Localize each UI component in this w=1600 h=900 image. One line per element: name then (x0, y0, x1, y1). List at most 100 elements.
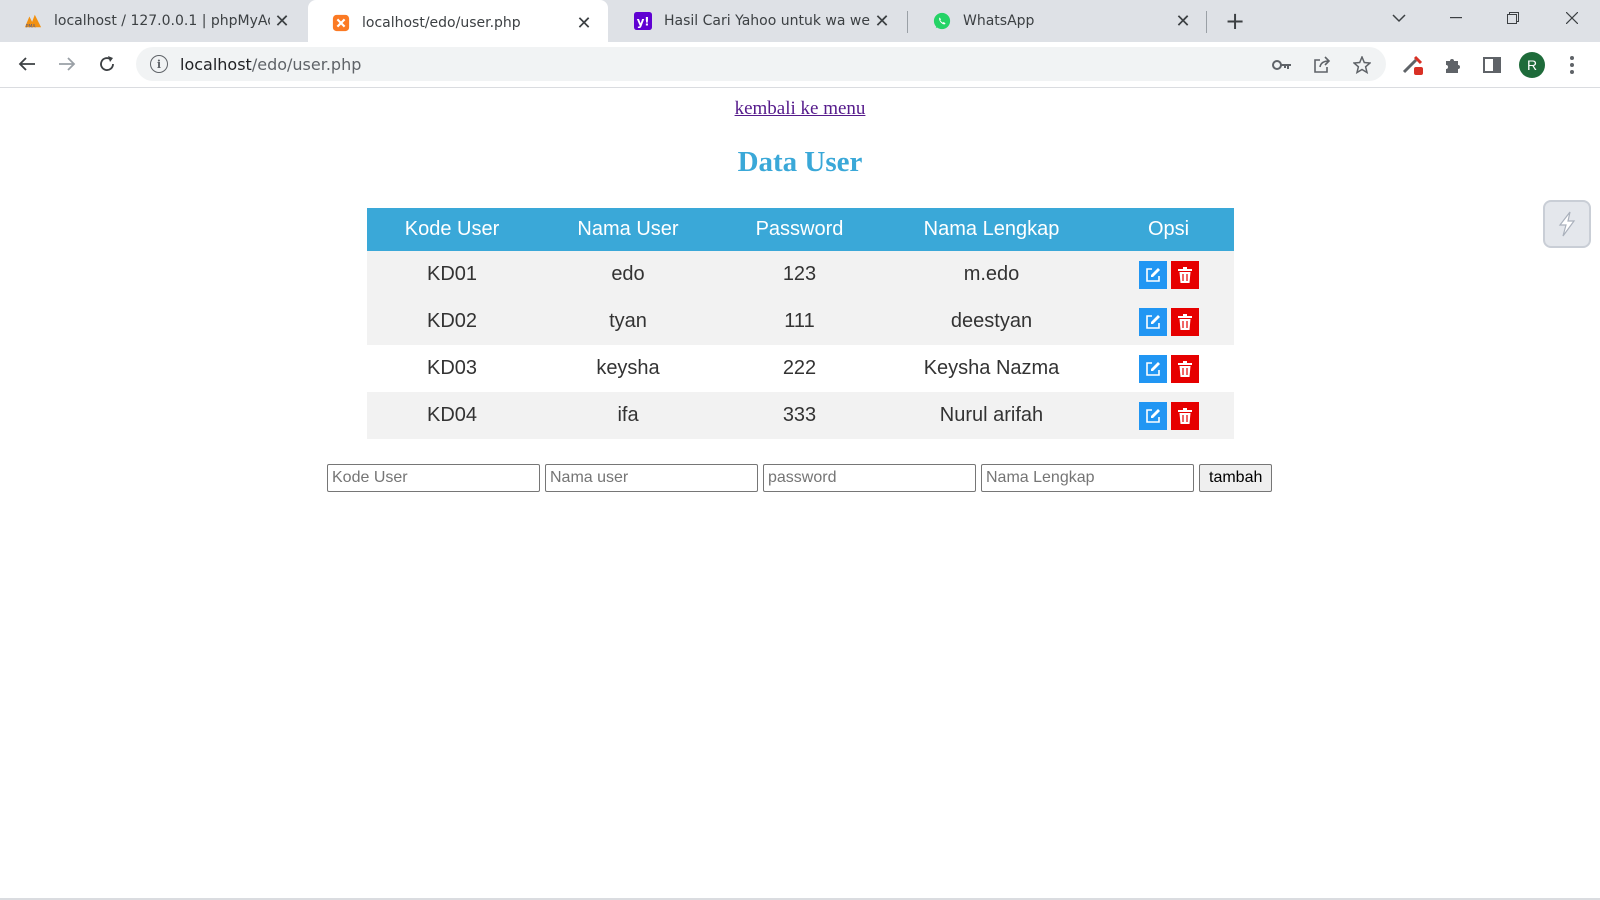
tab-strip: PMA localhost / 127.0.0.1 | phpMyAdmin ✕… (0, 0, 1600, 46)
nama-user-input[interactable] (545, 464, 758, 492)
profile-avatar[interactable]: R (1519, 52, 1545, 78)
restore-icon[interactable] (1493, 0, 1533, 36)
edit-icon (1145, 314, 1160, 329)
edit-icon (1145, 408, 1160, 423)
lightning-icon (1558, 211, 1576, 237)
cell-kode-user: KD02 (367, 298, 537, 345)
tab-title: Hasil Cari Yahoo untuk wa web (664, 13, 870, 29)
cell-nama-lengkap: Keysha Nazma (880, 345, 1103, 392)
tab-search-icon[interactable] (1379, 0, 1419, 36)
delete-button[interactable] (1170, 354, 1199, 383)
tab-title: WhatsApp (963, 13, 1035, 29)
menu-kebab-icon[interactable] (1560, 53, 1584, 77)
cell-password: 123 (719, 251, 880, 298)
phpmyadmin-icon: PMA (24, 12, 42, 30)
back-link-row: kembali ke menu (0, 98, 1600, 120)
trash-icon (1177, 313, 1192, 330)
edit-button[interactable] (1138, 401, 1167, 430)
new-tab-icon[interactable]: + (1222, 7, 1248, 35)
column-header: Opsi (1103, 208, 1234, 251)
cell-kode-user: KD04 (367, 392, 537, 439)
close-tab-icon[interactable]: ✕ (270, 9, 294, 33)
back-to-menu-link[interactable]: kembali ke menu (735, 98, 866, 119)
cell-opsi (1103, 298, 1234, 345)
forward-arrow-icon[interactable] (51, 48, 83, 80)
page-title: Data User (737, 146, 863, 178)
back-arrow-icon[interactable] (11, 48, 43, 80)
nama-lengkap-input[interactable] (981, 464, 1194, 492)
cell-opsi (1103, 345, 1234, 392)
minimize-icon[interactable] (1436, 0, 1476, 36)
kode-user-input[interactable] (327, 464, 540, 492)
table-row: KD01 edo 123 m.edo (367, 251, 1234, 298)
cell-nama-lengkap: m.edo (880, 251, 1103, 298)
side-panel-icon[interactable] (1480, 53, 1504, 77)
cell-password: 111 (719, 298, 880, 345)
column-header: Password (719, 208, 880, 251)
cell-nama-user: tyan (537, 298, 719, 345)
tab-title: localhost / 127.0.0.1 | phpMyAdmin (54, 13, 270, 29)
cell-password: 222 (719, 345, 880, 392)
bookmark-star-icon[interactable] (1352, 55, 1372, 75)
edit-button[interactable] (1138, 260, 1167, 289)
close-tab-icon[interactable]: ✕ (1171, 9, 1195, 33)
whatsapp-icon (933, 12, 951, 30)
tab-user-php[interactable]: localhost/edo/user.php ✕ (308, 0, 608, 46)
column-header: Nama User (537, 208, 719, 251)
tab-title: localhost/edo/user.php (362, 15, 521, 31)
close-window-icon[interactable] (1552, 0, 1592, 36)
cell-nama-lengkap: Nurul arifah (880, 392, 1103, 439)
browser-toolbar: i localhost/edo/user.php R (0, 42, 1600, 88)
address-bar[interactable]: i localhost/edo/user.php (136, 47, 1386, 81)
cell-kode-user: KD03 (367, 345, 537, 392)
add-user-form: tambah (327, 464, 1273, 492)
close-tab-icon[interactable]: ✕ (572, 11, 596, 35)
yahoo-icon: y! (634, 12, 652, 30)
tab-yahoo[interactable]: y! Hasil Cari Yahoo untuk wa web ✕ (610, 0, 906, 42)
share-icon[interactable] (1312, 55, 1332, 75)
trash-icon (1177, 360, 1192, 377)
tab-whatsapp[interactable]: WhatsApp ✕ (909, 0, 1207, 42)
password-input[interactable] (763, 464, 976, 492)
trash-icon (1177, 266, 1192, 283)
column-header: Kode User (367, 208, 537, 251)
page-content: kembali ke menu Data User Kode User Nama… (0, 88, 1600, 900)
table-row: KD02 tyan 111 deestyan (367, 298, 1234, 345)
cell-opsi (1103, 392, 1234, 439)
cell-password: 333 (719, 392, 880, 439)
password-key-icon[interactable] (1272, 55, 1292, 75)
extension-eyedropper-icon[interactable] (1401, 53, 1425, 77)
address-url: localhost/edo/user.php (180, 54, 362, 74)
delete-button[interactable] (1170, 260, 1199, 289)
cell-nama-user: keysha (537, 345, 719, 392)
close-tab-icon[interactable]: ✕ (870, 9, 894, 33)
site-info-icon[interactable]: i (150, 55, 168, 73)
svg-text:PMA: PMA (26, 23, 37, 29)
tambah-button[interactable]: tambah (1199, 464, 1273, 492)
cell-opsi (1103, 251, 1234, 298)
cell-nama-user: ifa (537, 392, 719, 439)
delete-button[interactable] (1170, 307, 1199, 336)
cell-nama-lengkap: deestyan (880, 298, 1103, 345)
edit-button[interactable] (1138, 307, 1167, 336)
edit-icon (1145, 267, 1160, 282)
column-header: Nama Lengkap (880, 208, 1103, 251)
user-table: Kode User Nama User Password Nama Lengka… (367, 208, 1234, 439)
cell-kode-user: KD01 (367, 251, 537, 298)
delete-button[interactable] (1170, 401, 1199, 430)
reload-icon[interactable] (91, 48, 123, 80)
edit-icon (1145, 361, 1160, 376)
tab-separator (1206, 11, 1207, 33)
trash-icon (1177, 407, 1192, 424)
extensions-puzzle-icon[interactable] (1441, 53, 1465, 77)
xampp-icon (332, 14, 350, 32)
table-header-row: Kode User Nama User Password Nama Lengka… (367, 208, 1234, 251)
edit-button[interactable] (1138, 354, 1167, 383)
cell-nama-user: edo (537, 251, 719, 298)
svg-text:y!: y! (637, 15, 650, 29)
floating-widget-button[interactable] (1543, 200, 1591, 248)
table-row: KD04 ifa 333 Nurul arifah (367, 392, 1234, 439)
table-row: KD03 keysha 222 Keysha Nazma (367, 345, 1234, 392)
tab-phpmyadmin[interactable]: PMA localhost / 127.0.0.1 | phpMyAdmin ✕ (0, 0, 306, 42)
tab-separator (907, 11, 908, 33)
